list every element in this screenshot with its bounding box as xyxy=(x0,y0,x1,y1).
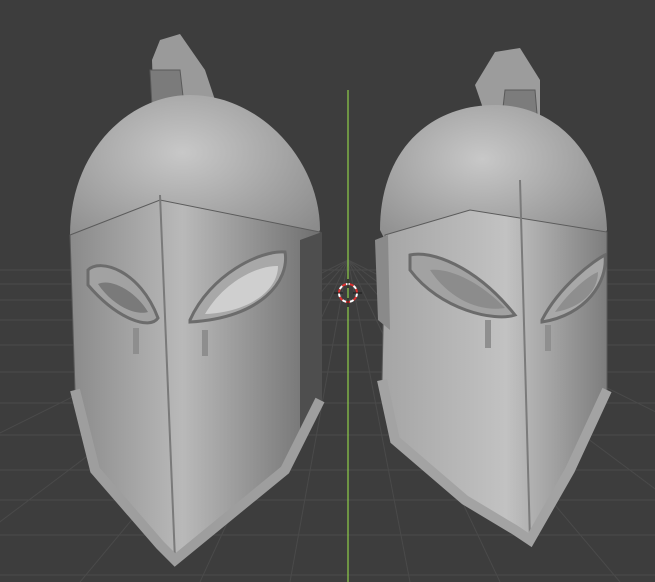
helmet-right[interactable] xyxy=(375,48,612,548)
3d-viewport[interactable] xyxy=(0,0,655,582)
helmet-left[interactable] xyxy=(69,34,325,567)
